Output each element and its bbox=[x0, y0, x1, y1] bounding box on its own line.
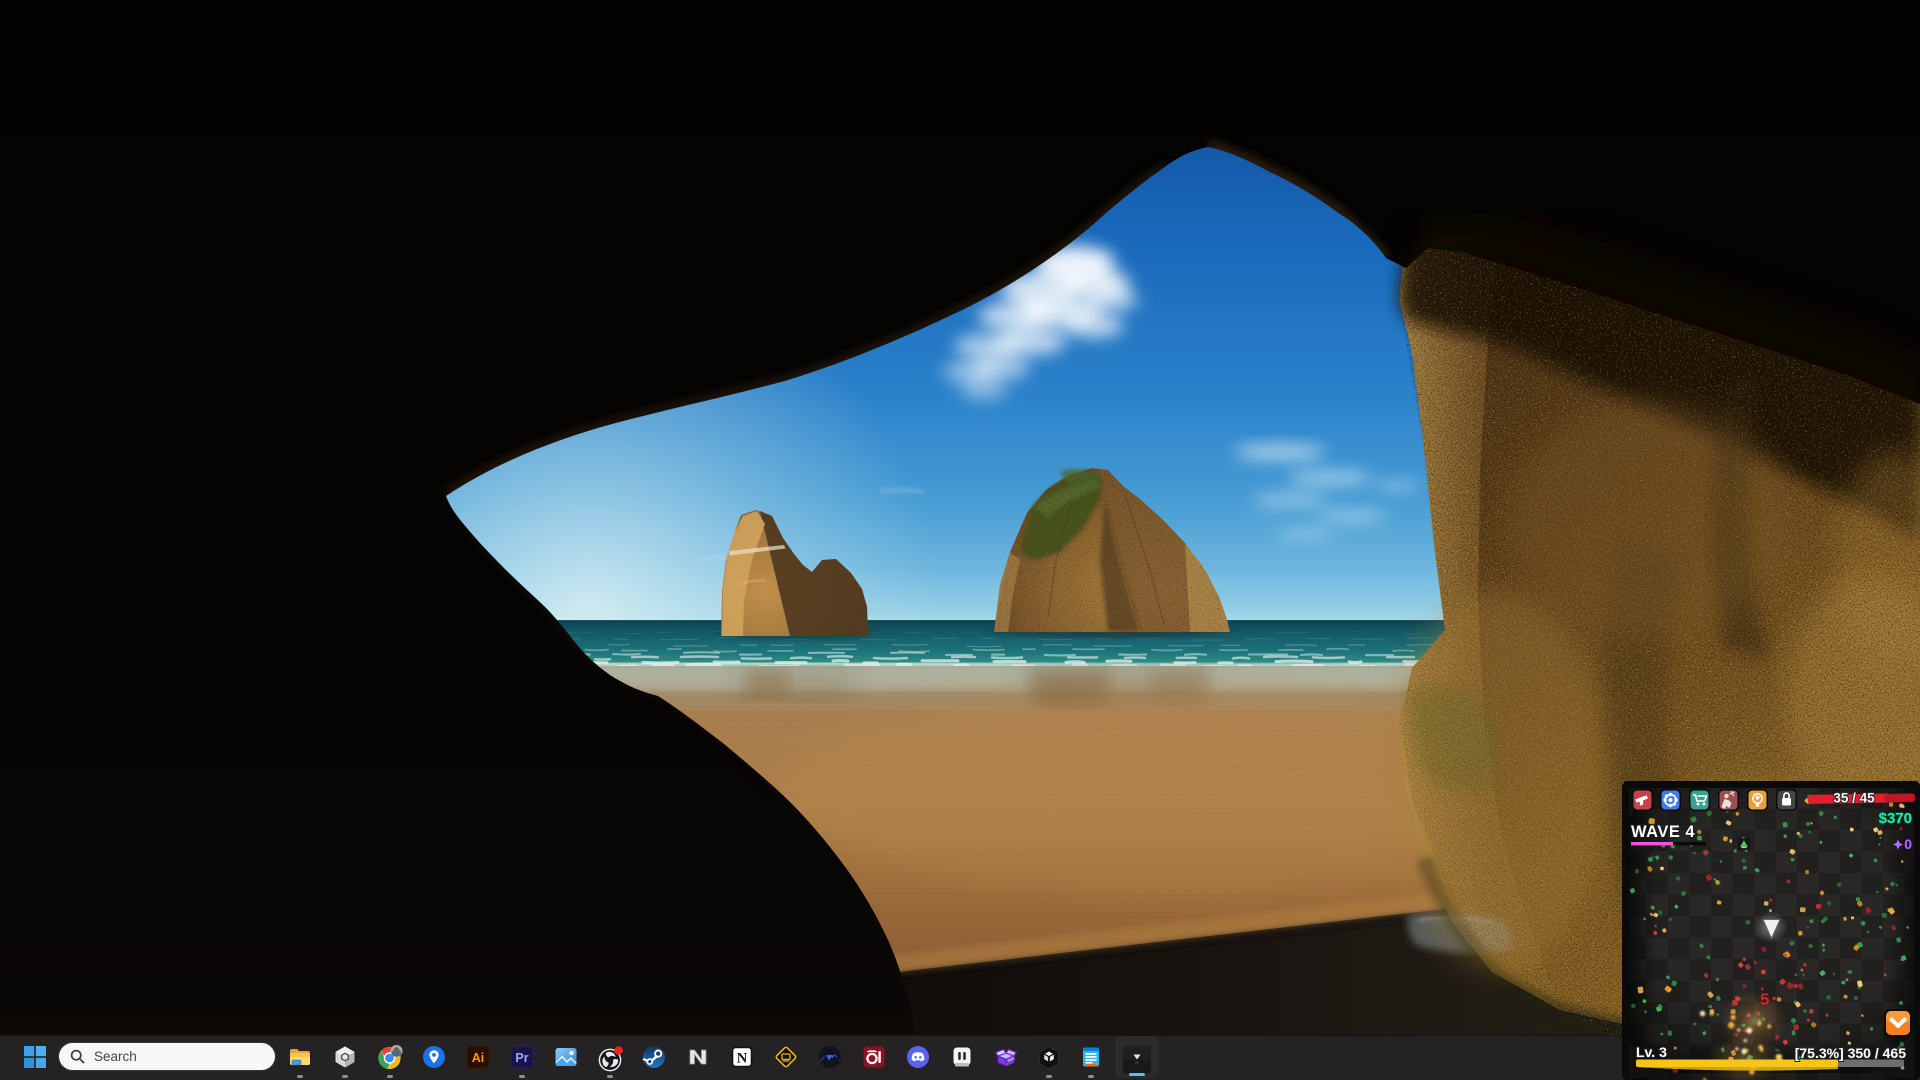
svg-text:Pr: Pr bbox=[515, 1051, 528, 1065]
svg-text:N: N bbox=[737, 1051, 748, 1067]
svg-text:[75.3%] 350 / 465: [75.3%] 350 / 465 bbox=[1795, 1045, 1907, 1061]
svg-text:WAVE 4: WAVE 4 bbox=[1631, 822, 1695, 841]
svg-text:35 / 45: 35 / 45 bbox=[1833, 791, 1875, 806]
svg-text:5: 5 bbox=[1760, 990, 1769, 1009]
svg-text:0: 0 bbox=[1904, 836, 1912, 852]
svg-text:$370: $370 bbox=[1879, 810, 1912, 827]
svg-text:Lv. 3: Lv. 3 bbox=[1636, 1044, 1667, 1060]
svg-text:Ai: Ai bbox=[472, 1051, 485, 1065]
